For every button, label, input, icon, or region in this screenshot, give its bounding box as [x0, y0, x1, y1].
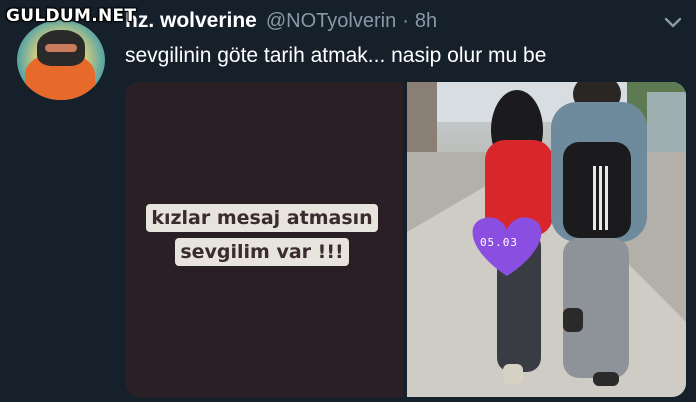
- media-image-left[interactable]: kızlar mesaj atmasın sevgilim var !!!: [125, 82, 403, 397]
- heart-date-label: 05.03: [479, 236, 519, 249]
- image-caption: kızlar mesaj atmasın sevgilim var !!!: [135, 202, 389, 270]
- timestamp[interactable]: 8h: [415, 10, 437, 33]
- avatar[interactable]: [17, 20, 105, 100]
- media-image-right[interactable]: 05.03: [407, 82, 686, 397]
- avatar-face: [45, 44, 77, 52]
- separator-dot: ·: [402, 10, 409, 32]
- tweet-text: sevgilinin göte tarih atmak... nasip olu…: [125, 44, 547, 67]
- display-name[interactable]: hz. wolverine: [125, 9, 257, 33]
- tweet-header: hz. wolverine @NOTyolverin · 8h: [125, 9, 437, 33]
- chevron-down-icon[interactable]: [662, 12, 684, 32]
- watermark-logo: GULDUM.NET: [6, 6, 137, 26]
- couple-photo: [407, 82, 686, 397]
- tweet-media: kızlar mesaj atmasın sevgilim var !!! 05…: [125, 82, 686, 397]
- caption-line-2: sevgilim var !!!: [175, 238, 349, 266]
- caption-line-1: kızlar mesaj atmasın: [146, 204, 378, 232]
- user-handle[interactable]: @NOTyolverin: [266, 10, 396, 33]
